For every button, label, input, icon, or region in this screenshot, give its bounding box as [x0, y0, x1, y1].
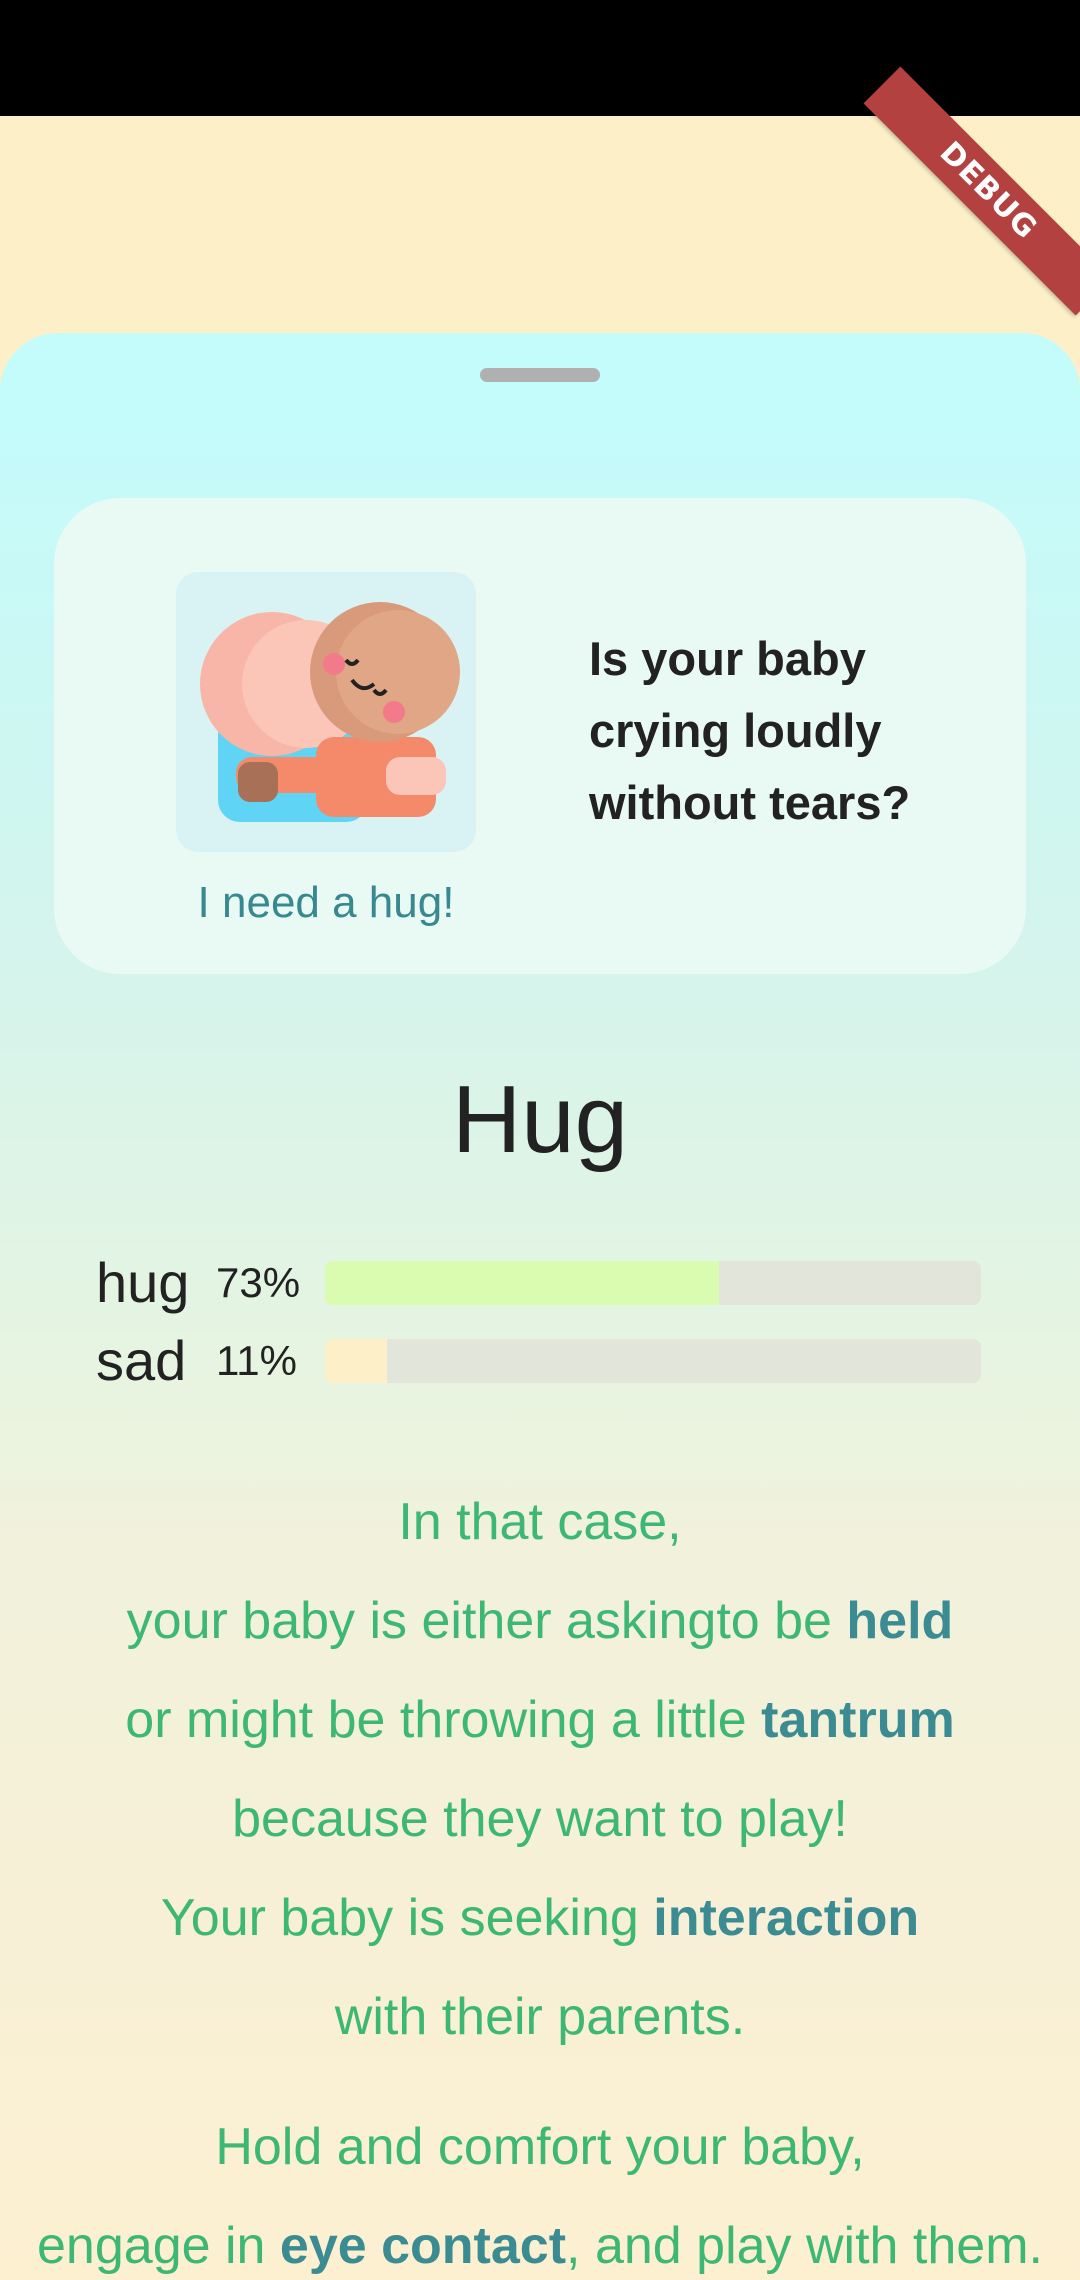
baby-hug-illustration — [176, 572, 476, 852]
bar-label: sad — [96, 1329, 187, 1392]
advice-line: because they want to play! — [232, 1790, 848, 1848]
bar-percent: 73% — [216, 1259, 301, 1306]
advice-line: Your baby is seeking interaction — [160, 1889, 920, 1947]
drag-handle[interactable] — [480, 368, 600, 382]
result-bar-hug: hug 73% — [96, 1253, 996, 1313]
advice-tip: Hold and comfort your baby, engage in ey… — [0, 2098, 1080, 2280]
advice-line: or might be throwing a little tantrum — [125, 1691, 955, 1749]
bar-percent: 11% — [216, 1337, 297, 1384]
bar-track — [325, 1261, 981, 1305]
advice-line: with their parents. — [334, 1988, 746, 2046]
bar-fill — [325, 1339, 388, 1383]
hug-caption: I need a hug! — [197, 878, 455, 927]
bar-label: hug — [96, 1251, 190, 1314]
baby-hug-icon — [200, 602, 460, 822]
advice-text: In that case, your baby is either asking… — [0, 1473, 1080, 2067]
advice-line: your baby is either askingto be held — [126, 1592, 954, 1650]
cry-question: Is your baby crying loudly without tears… — [589, 632, 911, 829]
bottom-sheet[interactable]: I need a hug! Is your baby crying loudly… — [0, 333, 1080, 2280]
cry-type-card: I need a hug! Is your baby crying loudly… — [54, 498, 1026, 974]
bar-fill — [325, 1261, 719, 1305]
advice-line: Hold and comfort your baby, — [215, 2118, 865, 2176]
result-bar-sad: sad 11% — [96, 1331, 996, 1391]
result-title: Hug — [451, 1066, 629, 1173]
advice-line: In that case, — [398, 1493, 682, 1551]
bar-track — [325, 1339, 981, 1383]
advice-line: engage in eye contact, and play with the… — [37, 2217, 1043, 2275]
